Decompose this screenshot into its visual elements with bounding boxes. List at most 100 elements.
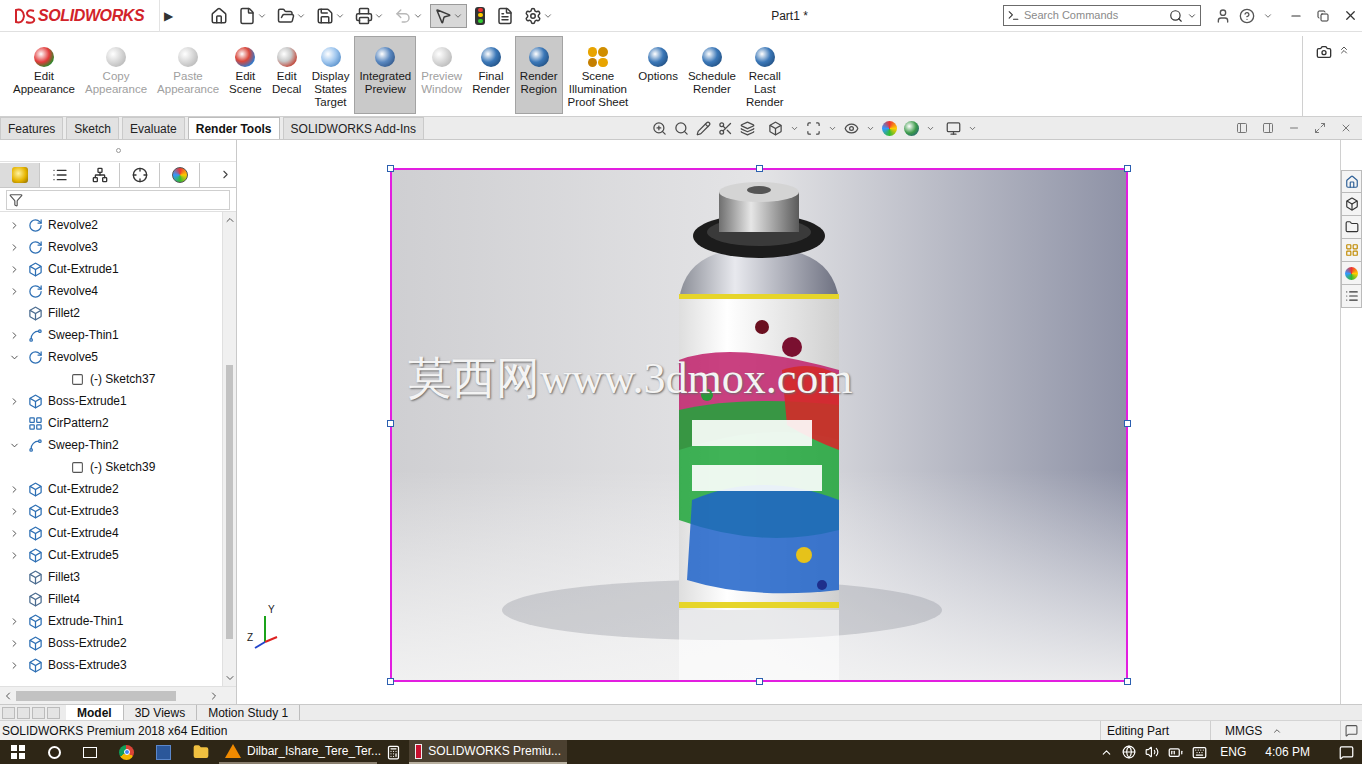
copy-button[interactable]: CopyAppearance [80,36,152,114]
task-pane-tab[interactable] [1341,193,1362,216]
units-selector[interactable]: MMGS [1210,721,1340,740]
camera-icon[interactable] [1316,44,1332,60]
properties-tab[interactable] [40,163,80,187]
display-style-icon[interactable] [806,121,821,136]
scroll-thumb[interactable] [226,365,233,639]
tree-item[interactable]: Revolve2 [0,214,222,236]
tree-item[interactable]: (-) Sketch37 [0,368,222,390]
splitter-handle[interactable] [116,148,121,153]
properties-button[interactable] [493,4,517,28]
doc-minimize-icon[interactable] [1288,122,1300,134]
expand-icon[interactable] [9,506,20,517]
tree-item[interactable]: Cut-Extrude5 [0,544,222,566]
tree-item[interactable]: Fillet3 [0,566,222,588]
search-box[interactable]: Search Commands [1003,5,1201,26]
collapse-ribbon-icon[interactable] [1338,44,1350,56]
decal-button[interactable]: EditDecal [267,36,307,114]
close-icon[interactable] [1343,8,1358,23]
tree-item[interactable]: Cut-Extrude1 [0,258,222,280]
recall-button[interactable]: RecallLastRender [741,36,789,114]
network-icon[interactable] [1122,745,1136,759]
expand-icon[interactable] [9,286,20,297]
command-tab[interactable]: SOLIDWORKS Add-Ins [283,117,424,139]
tree-item[interactable]: Sweep-Thin1 [0,324,222,346]
appearance-button[interactable]: EditAppearance [8,36,80,114]
next-tab-button[interactable] [32,707,45,719]
collapse-icon[interactable] [9,352,20,363]
task-pane-tab[interactable] [1341,239,1362,262]
expand-icon[interactable] [9,616,20,627]
tree-item[interactable]: Cut-Extrude2 [0,478,222,500]
keyboard-icon[interactable] [1192,745,1207,760]
tree-item[interactable]: Boss-Extrude2 [0,632,222,654]
task-pane-tab[interactable] [1341,262,1362,285]
tree-item[interactable]: CirPattern2 [0,412,222,434]
task-pane-tab[interactable] [1341,216,1362,239]
taskbar-window[interactable]: SOLIDWORKS Premiu... [409,740,567,764]
view-settings-icon[interactable] [946,121,961,136]
render-region-button[interactable]: RenderRegion [515,36,563,114]
display-tab[interactable] [160,163,200,187]
tree-item[interactable]: Cut-Extrude4 [0,522,222,544]
view-orientation-icon[interactable] [768,121,783,136]
word-button[interactable] [145,740,182,764]
display-states-button[interactable]: DisplayStatesTarget [307,36,355,114]
tray-overflow-icon[interactable] [1100,746,1113,759]
battery-icon[interactable] [1168,745,1183,760]
section-view-icon[interactable] [718,121,733,136]
collapse-icon[interactable] [9,440,20,451]
help-icon[interactable] [1239,8,1255,24]
appearance-icon[interactable] [882,121,897,136]
expand-icon[interactable] [9,220,20,231]
integrated-preview-button[interactable]: IntegratedPreview [354,36,416,114]
hide-show-icon[interactable] [844,121,859,136]
tree-item[interactable]: Cut-Extrude3 [0,500,222,522]
zoom-fit-icon[interactable] [652,121,667,136]
scroll-right-icon[interactable] [208,690,220,702]
options-button[interactable] [521,4,556,28]
model-tab[interactable]: Motion Study 1 [197,705,300,720]
tile-left-icon[interactable] [1236,122,1248,134]
task-pane-tab[interactable] [1341,170,1362,193]
user-icon[interactable] [1215,8,1231,24]
previous-view-icon[interactable] [696,121,711,136]
expand-icon[interactable] [9,330,20,341]
final-render-button[interactable]: FinalRender [467,36,515,114]
home-button[interactable] [207,4,231,28]
tree-item[interactable]: Revolve4 [0,280,222,302]
tree-item[interactable]: Revolve5 [0,346,222,368]
resize-handle[interactable] [1124,420,1131,427]
model-tab[interactable]: Model [66,705,124,720]
open-button[interactable] [274,4,309,28]
prev-tab-button[interactable] [17,707,30,719]
expand-icon[interactable] [9,484,20,495]
command-tab[interactable]: Evaluate [122,117,185,139]
model-tab[interactable]: 3D Views [124,705,197,720]
tree-item[interactable]: Sweep-Thin2 [0,434,222,456]
restore-icon[interactable] [1317,10,1329,22]
scroll-down-icon[interactable] [224,672,236,684]
command-tab[interactable]: Features [0,117,63,139]
scene-icon[interactable] [904,121,919,136]
expand-icon[interactable] [9,242,20,253]
tree-scrollbar[interactable] [222,212,236,686]
rebuild-button[interactable] [471,4,489,28]
scroll-up-icon[interactable] [224,214,236,226]
print-button[interactable] [352,4,387,28]
tile-right-icon[interactable] [1262,122,1274,134]
graphics-area[interactable]: 莫西网www.3dmox.comYZ [237,140,1340,704]
paste-button[interactable]: PasteAppearance [152,36,224,114]
scroll-thumb[interactable] [16,691,176,701]
resize-handle[interactable] [387,420,394,427]
expand-icon[interactable] [9,550,20,561]
tree-item[interactable]: Revolve3 [0,236,222,258]
expand-menu-button[interactable]: ▶ [160,7,177,25]
expand-icon[interactable] [9,638,20,649]
tree-item[interactable]: Extrude-Thin1 [0,610,222,632]
tree-item[interactable]: Boss-Extrude1 [0,390,222,412]
resize-handle[interactable] [1124,678,1131,685]
new-button[interactable] [235,4,270,28]
scroll-left-icon[interactable] [2,690,14,702]
start-button[interactable] [0,740,36,764]
tree-item[interactable]: Fillet2 [0,302,222,324]
